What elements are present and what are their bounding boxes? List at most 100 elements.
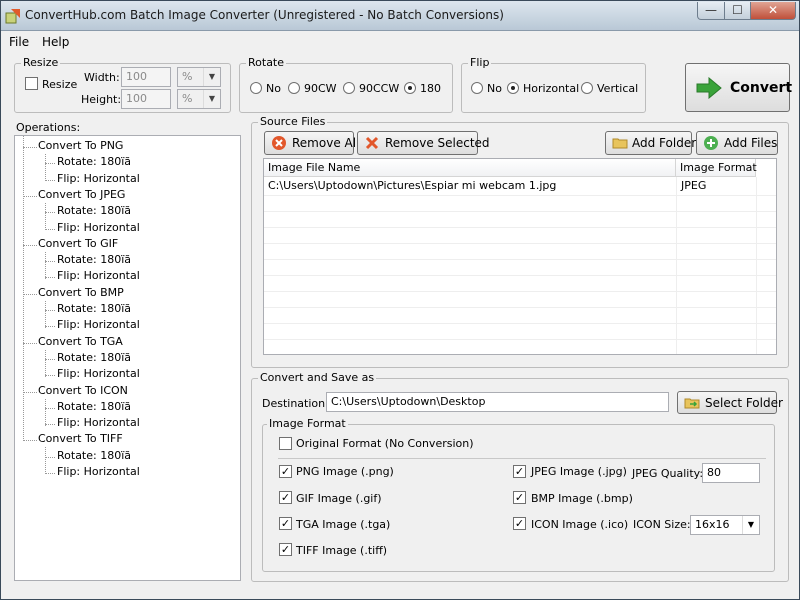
tree-connector — [45, 301, 46, 328]
tree-node-rotate[interactable]: Rotate: 180ïã — [57, 400, 131, 413]
tree-node-operation[interactable]: Convert To TGA — [38, 335, 123, 348]
remove-selected-button[interactable]: Remove Selected — [357, 131, 490, 155]
menu-file[interactable]: File — [9, 35, 29, 49]
grid-line — [264, 339, 776, 340]
tree-node-operation[interactable]: Convert To ICON — [38, 384, 128, 397]
bmp-checkbox[interactable]: ✓ — [513, 491, 526, 504]
width-unit-value: % — [182, 70, 193, 83]
tree-node-flip[interactable]: Flip: Horizontal — [57, 269, 140, 282]
tree-connector — [45, 310, 55, 311]
tree-node-flip[interactable]: Flip: Horizontal — [57, 416, 140, 429]
tree-connector — [45, 154, 46, 181]
flip-group: Flip No Horizontal Vertical — [461, 56, 646, 113]
add-icon — [704, 136, 718, 150]
tiff-checkbox[interactable]: ✓ — [279, 543, 292, 556]
icon-size-label: ICON Size: — [633, 518, 691, 531]
flip-group-title: Flip — [468, 56, 492, 69]
file-name-cell: C:\Users\Uptodown\Pictures\Espiar mi web… — [268, 179, 557, 192]
icon-size-value: 16x16 — [695, 518, 730, 531]
rotate-radio-90ccw[interactable] — [343, 82, 355, 94]
tree-node-operation[interactable]: Convert To GIF — [38, 237, 118, 250]
tree-node-rotate[interactable]: Rotate: 180ïã — [57, 302, 131, 315]
minimize-button[interactable]: — — [697, 2, 725, 20]
png-checkbox[interactable]: ✓ — [279, 465, 292, 478]
tree-connector — [23, 440, 37, 441]
jpeg-checkbox[interactable]: ✓ — [513, 465, 526, 478]
jpeg-quality-label: JPEG Quality: — [632, 467, 704, 480]
table-row[interactable]: C:\Users\Uptodown\Pictures\Espiar mi web… — [264, 179, 776, 195]
select-folder-label: Select Folder — [705, 395, 783, 410]
tree-node-flip[interactable]: Flip: Horizontal — [57, 318, 140, 331]
tga-checkbox[interactable]: ✓ — [279, 517, 292, 530]
destination-input[interactable]: C:\Users\Uptodown\Desktop — [326, 392, 669, 412]
tree-node-operation[interactable]: Convert To PNG — [38, 139, 123, 152]
grid-line — [264, 323, 776, 324]
tree-node-flip[interactable]: Flip: Horizontal — [57, 221, 140, 234]
flip-radio-no[interactable] — [471, 82, 483, 94]
maximize-button[interactable]: ☐ — [724, 2, 751, 20]
remove-all-button[interactable]: Remove All — [264, 131, 359, 155]
rotate-radio-no[interactable] — [250, 82, 262, 94]
width-input[interactable]: 100 — [121, 67, 171, 87]
tree-node-rotate[interactable]: Rotate: 180ïã — [57, 155, 131, 168]
tree-connector — [45, 375, 55, 376]
bmp-label: BMP Image (.bmp) — [531, 492, 633, 505]
height-input[interactable]: 100 — [121, 89, 171, 109]
resize-checkbox[interactable] — [25, 77, 38, 90]
operations-label: Operations: — [16, 121, 81, 134]
chevron-down-icon: ▼ — [742, 516, 759, 534]
height-unit-select[interactable]: % ▼ — [177, 89, 221, 109]
divider — [278, 458, 766, 459]
flip-radio-vertical[interactable] — [581, 82, 593, 94]
icon-size-select[interactable]: 16x16 ▼ — [690, 515, 760, 535]
grid-line — [264, 195, 776, 196]
app-logo-icon — [5, 9, 20, 24]
tga-label: TGA Image (.tga) — [296, 518, 391, 531]
column-header-file-name[interactable]: Image File Name — [264, 159, 676, 177]
gif-checkbox[interactable]: ✓ — [279, 491, 292, 504]
tiff-label: TIFF Image (.tiff) — [296, 544, 388, 557]
source-files-list[interactable]: Image File Name Image Format C:\Users\Up… — [263, 158, 777, 355]
tree-node-rotate[interactable]: Rotate: 180ïã — [57, 253, 131, 266]
grid-line — [264, 243, 776, 244]
tree-node-rotate[interactable]: Rotate: 180ïã — [57, 351, 131, 364]
height-unit-value: % — [182, 92, 193, 105]
add-files-button[interactable]: Add Files — [696, 131, 778, 155]
tree-connector — [23, 392, 37, 393]
original-format-checkbox[interactable] — [279, 437, 292, 450]
tree-node-rotate[interactable]: Rotate: 180ïã — [57, 449, 131, 462]
tree-connector — [45, 473, 55, 474]
width-unit-select[interactable]: % ▼ — [177, 67, 221, 87]
select-folder-button[interactable]: Select Folder — [677, 391, 783, 414]
tree-node-operation[interactable]: Convert To JPEG — [38, 188, 125, 201]
rotate-radio-180[interactable] — [404, 82, 416, 94]
window-title: ConvertHub.com Batch Image Converter (Un… — [25, 8, 504, 22]
tree-node-flip[interactable]: Flip: Horizontal — [57, 465, 140, 478]
icon-checkbox[interactable]: ✓ — [513, 517, 526, 530]
title-bar[interactable]: ConvertHub.com Batch Image Converter (Un… — [1, 1, 799, 31]
tree-connector — [45, 203, 46, 230]
tree-connector — [45, 180, 55, 181]
tree-node-rotate[interactable]: Rotate: 180ïã — [57, 204, 131, 217]
menu-bar: File Help — [1, 32, 799, 51]
jpeg-quality-input[interactable]: 80 — [702, 463, 760, 483]
tree-node-flip[interactable]: Flip: Horizontal — [57, 367, 140, 380]
remove-icon — [272, 136, 286, 150]
tree-node-operation[interactable]: Convert To TIFF — [38, 432, 123, 445]
close-button[interactable]: ✕ — [750, 2, 796, 20]
original-format-label: Original Format (No Conversion) — [296, 437, 474, 450]
flip-radio-horizontal[interactable] — [507, 82, 519, 94]
column-header-image-format[interactable]: Image Format — [676, 159, 757, 177]
delete-x-icon — [365, 136, 379, 150]
chevron-down-icon: ▼ — [203, 90, 220, 108]
add-files-label: Add Files — [724, 136, 778, 150]
convert-button[interactable]: Convert — [685, 63, 792, 112]
menu-help[interactable]: Help — [42, 35, 69, 49]
tree-node-flip[interactable]: Flip: Horizontal — [57, 172, 140, 185]
add-folder-button[interactable]: Add Folder — [605, 131, 696, 155]
operations-tree[interactable]: Convert To PNG Rotate: 180ïã Flip: Horizon… — [14, 135, 241, 581]
tree-node-operation[interactable]: Convert To BMP — [38, 286, 124, 299]
rotate-radio-90cw[interactable] — [288, 82, 300, 94]
tree-connector — [23, 136, 24, 441]
tree-connector — [23, 196, 37, 197]
